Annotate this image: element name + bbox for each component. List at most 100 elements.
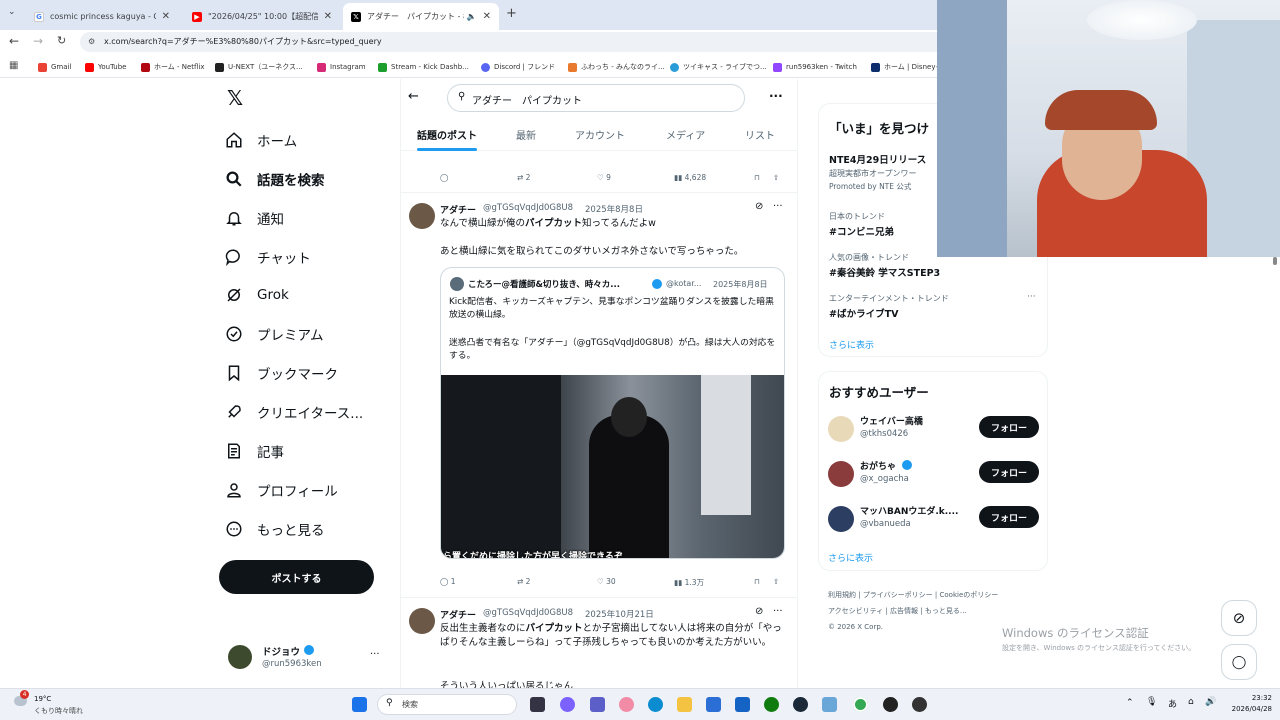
search-box[interactable]: ⚲ アダチー パイプカット: [447, 84, 745, 112]
grok-floating-button[interactable]: ⊘: [1221, 600, 1257, 636]
follow-button[interactable]: フォロー: [979, 506, 1039, 528]
tray-volume-icon[interactable]: 🔊: [1205, 697, 1216, 707]
footer-cookie[interactable]: Cookieのポリシー: [940, 591, 999, 599]
tab-lists[interactable]: リスト: [745, 127, 775, 142]
quote-tweet[interactable]: こたろー@看護師&切り抜き、時々カ... @kotar... 2025年8月8日…: [440, 267, 785, 559]
bookmark-fuwacchi[interactable]: ふわっち - みんなのライ...: [568, 60, 665, 74]
show-more-link[interactable]: さらに表示: [829, 338, 874, 351]
footer-terms[interactable]: 利用規約: [828, 591, 856, 599]
forward-arrow-icon[interactable]: →: [33, 34, 43, 48]
apps-grid-icon[interactable]: ▦: [9, 60, 18, 71]
back-arrow-icon[interactable]: ←: [408, 89, 419, 104]
weather-widget[interactable]: 4 19°C くもり時々晴れ: [12, 690, 102, 718]
browser-tab-3-active[interactable]: 𝕏 アダチー パイプカット - 検索 / 🔈 ✕: [343, 3, 499, 30]
video-thumbnail[interactable]: ら置くだめに掃除した方が早く掃除できるぞ: [441, 375, 784, 558]
close-icon[interactable]: ✕: [483, 11, 491, 22]
outlook-icon[interactable]: [735, 697, 750, 712]
user-suggestion-3[interactable]: マッハBANウエダ.k.... @vbanueda: [828, 503, 978, 535]
bookmark-icon[interactable]: ⊓: [754, 173, 760, 182]
like-icon[interactable]: ♡ 30: [597, 577, 616, 586]
more-dots-icon[interactable]: ···: [370, 649, 380, 660]
post-2[interactable]: アダチー @gTGSqVqdJd0G8U8 2025年10月21日 ⊘ ··· …: [401, 598, 797, 688]
tab-media[interactable]: メディア: [666, 127, 705, 142]
windows-start-icon[interactable]: [352, 697, 367, 712]
edge-icon[interactable]: [648, 697, 663, 712]
nav-chat[interactable]: チャット: [225, 247, 311, 267]
steam-icon[interactable]: [793, 697, 808, 712]
file-explorer-icon[interactable]: [677, 697, 692, 712]
footer-accessibility[interactable]: アクセシビリティ: [828, 607, 883, 615]
user-suggestion-1[interactable]: ウェイバー高橋 @tkhs0426: [828, 413, 978, 445]
footer-ads[interactable]: 広告情報: [890, 607, 918, 615]
address-bar[interactable]: ⚙ x.com/search?q=アダチー%E3%80%80パイプカット&src…: [80, 32, 950, 52]
nav-bookmarks[interactable]: ブックマーク: [225, 363, 338, 383]
views-icon[interactable]: ▮▮ 4,628: [674, 173, 706, 182]
nav-grok[interactable]: Grok: [225, 286, 289, 304]
browser-tab-2[interactable]: ▶ "2026/04/25" 10:00【超配信者ス ✕: [184, 3, 340, 30]
bookmark-gmail[interactable]: Gmail: [38, 60, 71, 74]
more-dots-icon[interactable]: ···: [773, 606, 783, 617]
nav-premium[interactable]: プレミアム: [225, 324, 324, 344]
bookmark-unext[interactable]: U-NEXT（ユーネクス...: [215, 60, 303, 74]
tab-list-chevron-icon[interactable]: ⌄: [8, 7, 16, 17]
post-author[interactable]: アダチー: [440, 608, 476, 621]
repost-icon[interactable]: ⇄ 2: [517, 173, 530, 182]
browser-tab-1[interactable]: G cosmic princess kaguya - Goog ✕: [26, 3, 178, 30]
bookmark-netflix[interactable]: ホーム - Netflix: [141, 60, 205, 74]
bookmark-twitcasting[interactable]: ツイキャス - ライブでつ...: [670, 60, 767, 74]
app-icon[interactable]: [912, 697, 927, 712]
tray-chevron-icon[interactable]: ⌃: [1126, 698, 1134, 708]
copilot-icon[interactable]: [560, 697, 575, 712]
reply-icon[interactable]: ◯: [440, 173, 448, 182]
site-info-icon[interactable]: ⚙: [88, 32, 95, 52]
follow-button[interactable]: フォロー: [979, 416, 1039, 438]
chat-floating-button[interactable]: ◯: [1221, 644, 1257, 680]
share-icon[interactable]: ⇧: [773, 577, 779, 586]
account-switcher[interactable]: ドジョウ @run5963ken ···: [228, 643, 388, 673]
tray-mic-icon[interactable]: 🎙: [1146, 697, 1157, 707]
nav-explore[interactable]: 話題を検索: [225, 169, 325, 189]
nav-creator-studio[interactable]: クリエイタース...: [225, 402, 363, 422]
grok-icon[interactable]: ⊘: [755, 201, 763, 212]
post-author[interactable]: アダチー: [440, 203, 476, 216]
nav-notifications[interactable]: 通知: [225, 208, 284, 228]
obs-icon[interactable]: [883, 697, 898, 712]
show-more-link[interactable]: さらに表示: [828, 551, 873, 564]
x-logo[interactable]: 𝕏: [227, 86, 243, 110]
bookmark-twitch[interactable]: run5963ken - Twitch: [773, 60, 857, 74]
close-icon[interactable]: ✕: [324, 11, 332, 22]
follow-button[interactable]: フォロー: [979, 461, 1039, 483]
repost-icon[interactable]: ⇄ 2: [517, 577, 530, 586]
app-icon[interactable]: [619, 697, 634, 712]
reload-icon[interactable]: ↻: [57, 34, 66, 47]
reply-icon[interactable]: ◯ 1: [440, 577, 456, 586]
tab-latest[interactable]: 最新: [516, 127, 536, 142]
footer-privacy[interactable]: プライバシーポリシー: [863, 591, 933, 599]
scrollbar[interactable]: [1273, 257, 1277, 265]
teams-icon[interactable]: [590, 697, 605, 712]
share-icon[interactable]: ⇧: [773, 173, 779, 182]
views-icon[interactable]: ▮▮ 1.3万: [674, 577, 704, 588]
post-date[interactable]: 2025年8月8日: [585, 203, 643, 215]
tab-accounts[interactable]: アカウント: [575, 127, 625, 142]
more-dots-icon[interactable]: ···: [773, 201, 783, 212]
bookmark-disney[interactable]: ホーム | Disney+: [871, 60, 941, 74]
nav-profile[interactable]: プロフィール: [225, 480, 338, 500]
tray-ime-icon[interactable]: あ: [1168, 697, 1177, 710]
nav-home[interactable]: ホーム: [225, 130, 297, 150]
speaker-icon[interactable]: 🔈: [467, 12, 477, 21]
nav-articles[interactable]: 記事: [225, 441, 284, 461]
grok-icon[interactable]: ⊘: [755, 606, 763, 617]
task-view-icon[interactable]: [530, 697, 545, 712]
store-icon[interactable]: [706, 697, 721, 712]
tray-network-icon[interactable]: ⌂: [1188, 697, 1194, 707]
nav-more[interactable]: もっと見る: [225, 519, 325, 539]
back-arrow-icon[interactable]: ←: [9, 34, 19, 48]
taskbar-search[interactable]: ⚲ 検索: [377, 694, 517, 715]
tray-clock[interactable]: 23:32 2026/04/28: [1222, 693, 1272, 715]
user-suggestion-2[interactable]: おがちゃ @x_ogacha: [828, 458, 978, 490]
bookmark-youtube[interactable]: YouTube: [85, 60, 126, 74]
bookmark-kick[interactable]: Stream - Kick Dashb...: [378, 60, 469, 74]
like-icon[interactable]: ♡ 9: [597, 173, 611, 182]
close-icon[interactable]: ✕: [162, 11, 170, 22]
